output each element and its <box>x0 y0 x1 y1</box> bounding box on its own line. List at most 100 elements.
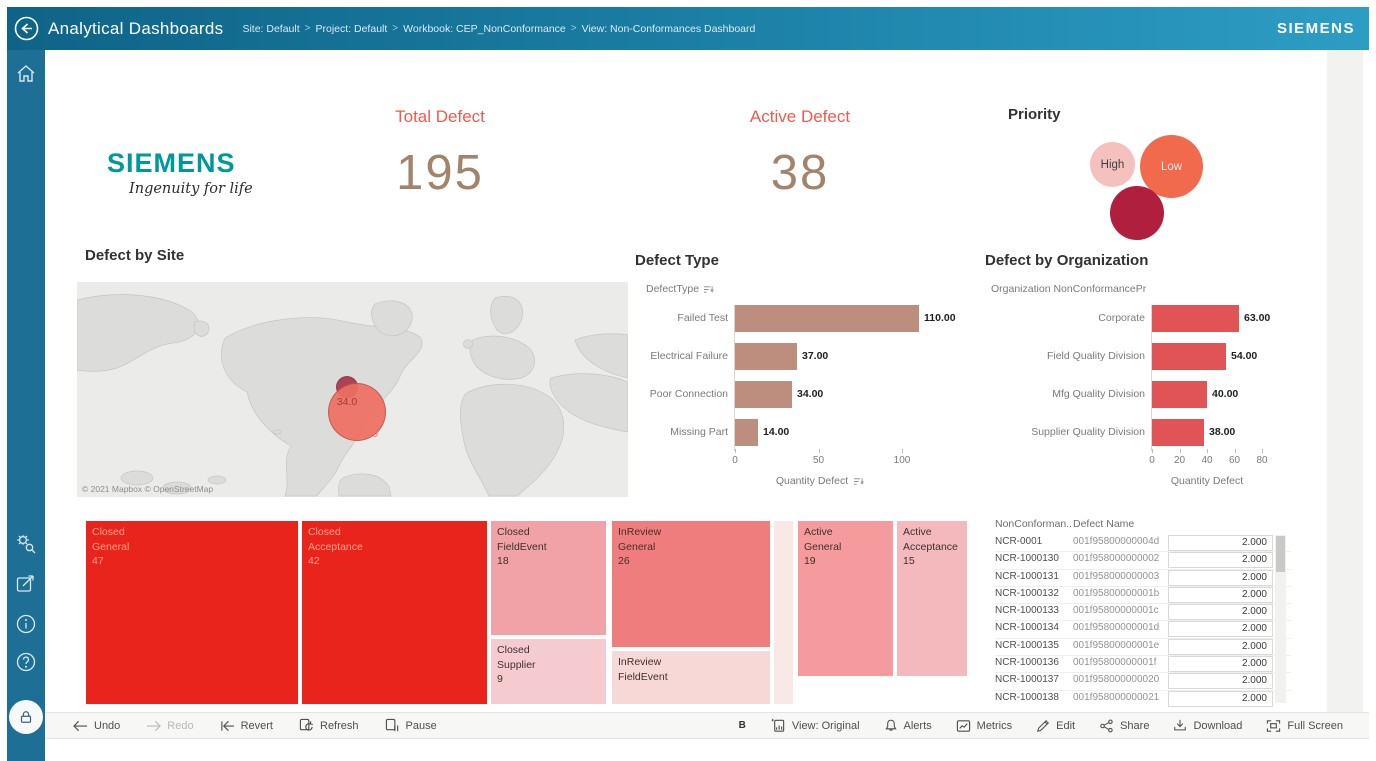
user-account-icon[interactable] <box>9 700 43 734</box>
treemap-cell-category: FieldEvent <box>618 670 764 685</box>
breadcrumb-item[interactable]: View: Non-Conformances Dashboard <box>582 23 756 35</box>
priority-bubble-unlabeled[interactable] <box>1110 186 1164 240</box>
edit-dashboard-icon[interactable] <box>14 572 38 596</box>
home-icon[interactable] <box>14 62 38 86</box>
back-icon[interactable] <box>13 15 40 42</box>
table-row[interactable]: NCR-1000135001f95800000001e2.000 <box>995 639 1291 656</box>
treemap-cell-value: 19 <box>804 554 887 569</box>
axis-tick-label: 20 <box>1174 455 1185 466</box>
table-scrollbar-thumb[interactable] <box>1276 536 1285 572</box>
table-row[interactable]: NCR-1000134001f95800000001d2.000 <box>995 621 1291 638</box>
axis-tick-label: 60 <box>1229 455 1240 466</box>
bar-value-label: 54.00 <box>1231 343 1257 370</box>
treemap-cell-inreview-fieldevent[interactable]: InReviewFieldEvent <box>611 650 771 705</box>
col-defect-name[interactable]: Defect Name <box>1073 518 1134 530</box>
cell-ncr-id: NCR-1000130 <box>995 553 1059 564</box>
view-original-button[interactable]: View: Original <box>770 718 860 733</box>
bar-mark[interactable] <box>1152 419 1204 446</box>
bar-category-label: Electrical Failure <box>640 343 728 370</box>
bar-mark[interactable] <box>1152 381 1207 408</box>
sort-icon[interactable] <box>853 477 864 486</box>
app-window: Analytical Dashboards Site: Default>Proj… <box>7 7 1369 761</box>
treemap-cell-active-acceptance[interactable]: ActiveAcceptance15 <box>896 520 968 677</box>
treemap-cell-active-general[interactable]: ActiveGeneral19 <box>797 520 894 677</box>
table-row[interactable]: NCR-1000132001f95800000001b2.000 <box>995 587 1291 604</box>
axis-tick <box>1180 449 1181 453</box>
table-row[interactable]: NCR-1000131001f9580000000032.000 <box>995 570 1291 587</box>
bar-mark[interactable] <box>735 305 919 332</box>
full-screen-button[interactable]: Full Screen <box>1266 719 1343 733</box>
treemap-cell-category: Supplier <box>497 658 600 673</box>
table-row[interactable]: NCR-1000137001f9580000000202.000 <box>995 673 1291 690</box>
defect-type-axis-label: Quantity Defect <box>735 475 905 487</box>
total-defect-label: Total Defect <box>330 107 550 127</box>
active-defect-label: Active Defect <box>690 107 910 127</box>
treemap-cell-closed-general[interactable]: ClosedGeneral47 <box>85 520 299 705</box>
treemap-cell-closed-supplier[interactable]: ClosedSupplier9 <box>490 638 607 705</box>
page-scrollbar[interactable] <box>1327 50 1363 712</box>
cell-ncr-id: NCR-1000134 <box>995 622 1059 633</box>
page-title: Analytical Dashboards <box>48 19 223 39</box>
priority-bubble-high[interactable]: High <box>1090 142 1135 187</box>
bar-value-label: 40.00 <box>1212 381 1238 408</box>
info-icon[interactable] <box>14 612 38 636</box>
axis-line <box>1151 305 1152 451</box>
edit-button[interactable]: Edit <box>1036 719 1075 733</box>
col-nonconformance[interactable]: NonConforman.. <box>995 518 1072 530</box>
help-icon[interactable] <box>14 650 38 674</box>
breadcrumb-item[interactable]: Workbook: CEP_NonConformance <box>403 23 566 35</box>
treemap-cell-value: 9 <box>497 672 600 687</box>
admin-tools-icon[interactable] <box>14 532 38 556</box>
axis-tick-label: 80 <box>1256 455 1267 466</box>
defect-by-organization-title: Defect by Organization <box>985 252 1148 269</box>
refresh-button[interactable]: Refresh <box>299 718 359 733</box>
table-scrollbar[interactable] <box>1275 535 1286 703</box>
treemap-cell-closed-acceptance[interactable]: ClosedAcceptance42 <box>301 520 488 705</box>
bar-mark[interactable] <box>1152 305 1239 332</box>
breadcrumb-item[interactable]: Site: Default <box>242 23 299 35</box>
cell-ncr-id: NCR-1000133 <box>995 605 1059 616</box>
revert-label: Revert <box>241 720 273 732</box>
undo-button[interactable]: Undo <box>73 720 120 732</box>
treemap-cell-category: General <box>92 540 292 555</box>
bar-mark[interactable] <box>735 419 758 446</box>
sort-icon[interactable] <box>703 285 714 294</box>
download-label: Download <box>1193 720 1242 732</box>
alerts-button[interactable]: Alerts <box>884 718 932 733</box>
axis-label-text: Quantity Defect <box>1171 475 1243 487</box>
axis-tick-label: 0 <box>1149 455 1155 466</box>
treemap-cell-closed-fieldevent[interactable]: ClosedFieldEvent18 <box>490 520 607 636</box>
breadcrumb-item[interactable]: Project: Default <box>316 23 388 35</box>
treemap-cell-spacer[interactable] <box>773 520 794 705</box>
pause-label: Pause <box>406 720 437 732</box>
map-attribution: © 2021 Mapbox © OpenStreetMap <box>82 484 213 494</box>
bottom-toolbar: UndoRedoRevertRefreshPause B View: Origi… <box>45 712 1369 739</box>
axis-tick-label: 40 <box>1201 455 1212 466</box>
axis-tick <box>1152 449 1153 453</box>
revert-button[interactable]: Revert <box>220 720 273 732</box>
bar-category-label: Missing Part <box>640 419 728 446</box>
bar-mark[interactable] <box>735 381 792 408</box>
cell-quantity: 2.000 <box>1168 639 1273 655</box>
table-row[interactable]: NCR-1000130001f9580000000022.000 <box>995 552 1291 569</box>
treemap-cell-category: Acceptance <box>308 540 481 555</box>
share-button[interactable]: Share <box>1099 719 1149 733</box>
bar-mark[interactable] <box>1152 343 1226 370</box>
total-defect-value: 195 <box>330 145 550 201</box>
metrics-button[interactable]: Metrics <box>956 719 1012 733</box>
bar-mark[interactable] <box>735 343 797 370</box>
axis-tick-label: 100 <box>894 455 911 466</box>
pause-button[interactable]: Pause <box>385 718 437 733</box>
cell-quantity: 2.000 <box>1168 656 1273 672</box>
view-original-label: View: Original <box>792 720 860 732</box>
axis-tick <box>1207 449 1208 453</box>
defect-type-chart: DefectType Failed Test110.00Electrical F… <box>640 283 985 518</box>
treemap-cell-inreview-general[interactable]: InReviewGeneral26 <box>611 520 771 648</box>
download-button[interactable]: Download <box>1173 718 1242 733</box>
table-row[interactable]: NCR-1000133001f95800000001c2.000 <box>995 604 1291 621</box>
table-row[interactable]: NCR-1000136001f95800000001f2.000 <box>995 656 1291 673</box>
axis-line <box>734 305 735 451</box>
table-row[interactable]: NCR-1000138001f9580000000212.000 <box>995 691 1291 707</box>
bar-value-label: 34.00 <box>797 381 823 408</box>
table-row[interactable]: NCR-0001001f95800000004d2.000 <box>995 535 1291 552</box>
